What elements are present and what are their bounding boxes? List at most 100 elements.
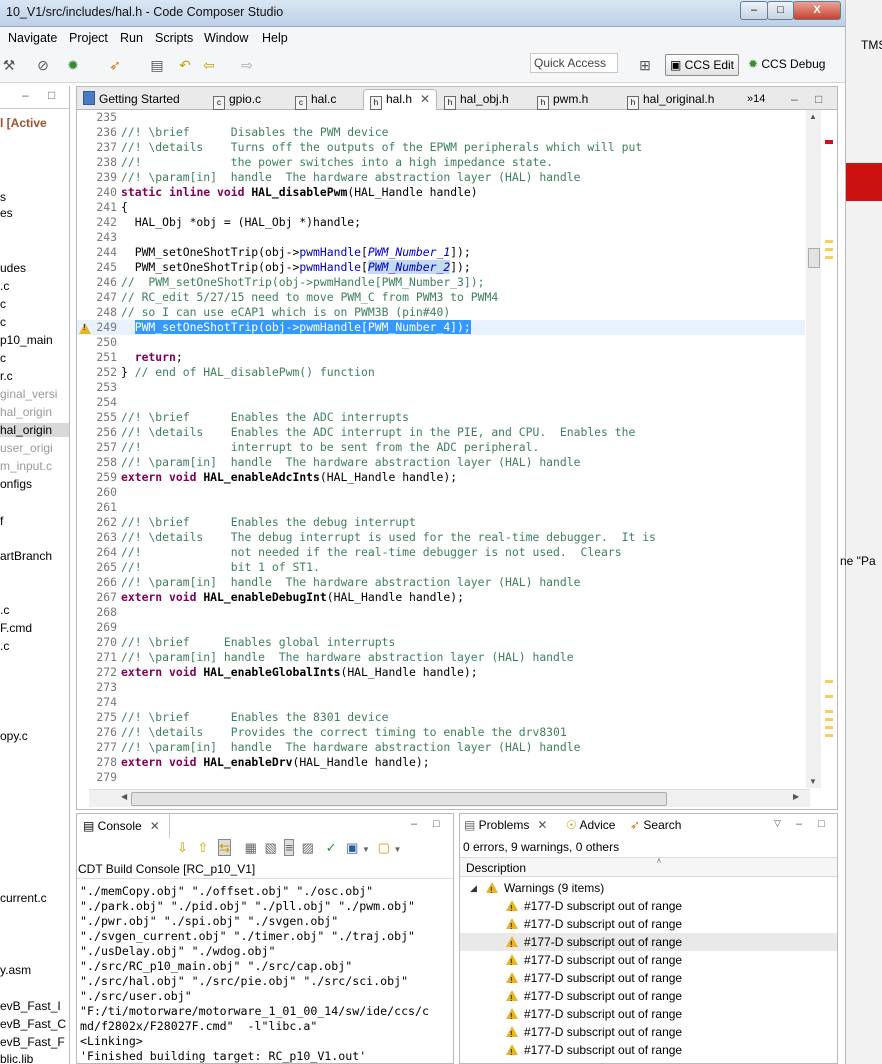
tree-item[interactable]: evB_Fast_C: [0, 1017, 66, 1031]
scroll-up-icon[interactable]: ▲: [809, 112, 817, 121]
console-tab[interactable]: ▤ Console ✕: [77, 814, 170, 838]
tree-item[interactable]: .c: [0, 279, 9, 293]
maximize-button[interactable]: □: [767, 1, 794, 20]
tree-item[interactable]: F.cmd: [0, 621, 32, 635]
overview-marker[interactable]: [825, 726, 833, 729]
warning-marker-icon[interactable]: [79, 322, 91, 336]
problem-row[interactable]: #177-D subscript out of range: [460, 933, 837, 954]
code-line[interactable]: 278 extern void HAL_enableDrv(HAL_Handle …: [77, 755, 805, 770]
tree-item[interactable]: p10_main: [0, 333, 53, 347]
pin-console-icon[interactable]: ✓: [326, 840, 337, 855]
open-perspective-icon[interactable]: ▤: [148, 56, 166, 74]
code-line[interactable]: 253: [77, 380, 805, 395]
skip-breakpoints-icon[interactable]: ⊘: [34, 56, 52, 74]
tree-item-configs[interactable]: onfigs: [0, 477, 32, 491]
editor-vertical-scrollbar[interactable]: ▲ ▼: [806, 110, 821, 788]
chevron-down-icon[interactable]: ▼: [362, 845, 370, 854]
overview-marker[interactable]: [825, 248, 833, 251]
code-line[interactable]: 235: [77, 110, 805, 125]
menu-run[interactable]: Run: [120, 31, 143, 45]
minimize-icon[interactable]: –: [22, 88, 29, 102]
overview-marker[interactable]: [825, 710, 833, 713]
tree-item[interactable]: f: [0, 514, 3, 528]
code-line[interactable]: 258 //! \param[in] handle The hardware ab…: [77, 455, 805, 470]
code-line[interactable]: 238 //! the power switches into a high im…: [77, 155, 805, 170]
code-line[interactable]: 249 PWM_setOneShotTrip(obj->pwmHandle[PW…: [77, 320, 805, 335]
tab-gpio-c[interactable]: c gpio.c: [213, 90, 261, 110]
maximize-icon[interactable]: □: [815, 90, 822, 109]
tree-item-selected[interactable]: hal_origin: [0, 423, 69, 437]
code-line[interactable]: 257 //! interrupt to be sent from the ADC…: [77, 440, 805, 455]
forward-arrow-icon[interactable]: ⇨: [238, 56, 256, 74]
tree-item[interactable]: current.c: [0, 891, 47, 905]
view-menu-icon[interactable]: ▽: [774, 818, 781, 829]
maximize-icon[interactable]: □: [818, 818, 825, 830]
overview-ruler[interactable]: [822, 110, 836, 788]
code-line[interactable]: 270 //! \brief Enables global interrupts: [77, 635, 805, 650]
clear-console-icon[interactable]: ▨: [302, 840, 314, 855]
minimize-icon[interactable]: –: [791, 90, 798, 109]
menu-help[interactable]: Help: [262, 31, 288, 45]
tree-item[interactable]: c: [0, 315, 6, 329]
back-arrow-icon[interactable]: ⇦: [200, 56, 218, 74]
code-line[interactable]: 242 HAL_Obj *obj = (HAL_Obj *)handle;: [77, 215, 805, 230]
debug-icon[interactable]: ✹: [64, 56, 82, 74]
tree-item-includes[interactable]: udes: [0, 261, 26, 275]
code-line[interactable]: 236 //! \brief Disables the PWM device: [77, 125, 805, 140]
menu-project[interactable]: Project: [69, 31, 108, 45]
code-line[interactable]: 247 // RC_edit 5/27/15 need to move PWM_C…: [77, 290, 805, 305]
tree-item[interactable]: es: [0, 206, 13, 220]
tree-item[interactable]: s: [0, 190, 6, 204]
warnings-group-row[interactable]: ◢ Warnings (9 items): [460, 879, 837, 900]
overview-marker[interactable]: [825, 256, 833, 259]
menu-window[interactable]: Window: [204, 31, 248, 45]
tab-search[interactable]: ➶ Search: [630, 818, 681, 832]
code-line[interactable]: 241 {: [77, 200, 805, 215]
tree-item-active-project[interactable]: l [Active: [0, 116, 47, 130]
problem-row[interactable]: #177-D subscript out of range: [460, 951, 837, 972]
overview-marker[interactable]: [825, 240, 833, 243]
code-line[interactable]: 239 //! \param[in] handle The hardware ab…: [77, 170, 805, 185]
display-console-icon[interactable]: ▣: [346, 840, 358, 855]
tab-hal-c[interactable]: c hal.c: [295, 90, 336, 110]
tree-item[interactable]: hal_origin: [0, 405, 52, 419]
code-line[interactable]: 251 return;: [77, 350, 805, 365]
tab-getting-started[interactable]: Getting Started: [83, 90, 180, 109]
tree-item[interactable]: .c: [0, 603, 9, 617]
code-line[interactable]: 275 //! \brief Enables the 8301 device: [77, 710, 805, 725]
code-line[interactable]: 264 //! not needed if the real-time debug…: [77, 545, 805, 560]
vertical-scroll-thumb[interactable]: [808, 248, 820, 268]
code-line[interactable]: 263 //! \details The debug interrupt is u…: [77, 530, 805, 545]
perspective-ccs-debug[interactable]: ✹ CCS Debug: [744, 54, 829, 74]
tab-hal-obj-h[interactable]: h hal_obj.h: [444, 90, 509, 110]
overview-marker[interactable]: [825, 140, 833, 144]
scroll-lock-icon[interactable]: ⇆: [218, 839, 231, 856]
code-line[interactable]: 259 extern void HAL_enableAdcInts(HAL_Han…: [77, 470, 805, 485]
horizontal-scroll-thumb[interactable]: [131, 792, 667, 806]
editor-horizontal-scrollbar[interactable]: ◀ ▶: [89, 789, 810, 807]
tree-item[interactable]: .c: [0, 639, 9, 653]
code-line[interactable]: 279: [77, 770, 805, 785]
problem-row[interactable]: #177-D subscript out of range: [460, 969, 837, 990]
minimize-icon[interactable]: –: [411, 818, 417, 830]
tree-item[interactable]: artBranch: [0, 549, 52, 563]
new-console-icon[interactable]: ▢: [378, 840, 390, 855]
expand-arrow-icon[interactable]: ◢: [470, 879, 477, 897]
code-line[interactable]: 246 // PWM_setOneShotTrip(obj->pwmHandle[…: [77, 275, 805, 290]
code-line[interactable]: 260: [77, 485, 805, 500]
word-wrap-icon[interactable]: ≡: [284, 839, 295, 856]
menu-scripts[interactable]: Scripts: [155, 31, 193, 45]
chevron-down-icon[interactable]: ▼: [394, 845, 402, 854]
flash-icon[interactable]: ➶: [106, 56, 124, 74]
problem-row[interactable]: #177-D subscript out of range: [460, 1023, 837, 1044]
tree-item[interactable]: y.asm: [0, 963, 31, 977]
close-tab-icon[interactable]: ✕: [537, 818, 547, 832]
open-perspective-button-icon[interactable]: ⊞: [636, 56, 654, 74]
code-line[interactable]: 261: [77, 500, 805, 515]
close-tab-icon[interactable]: ✕: [150, 819, 160, 833]
next-error-icon[interactable]: ⇩: [177, 840, 188, 855]
tree-item[interactable]: opy.c: [0, 729, 28, 743]
code-line[interactable]: 265 //! bit 1 of ST1.: [77, 560, 805, 575]
tree-item[interactable]: c: [0, 297, 6, 311]
tab-problems[interactable]: ▤ Problems ✕: [464, 818, 547, 832]
